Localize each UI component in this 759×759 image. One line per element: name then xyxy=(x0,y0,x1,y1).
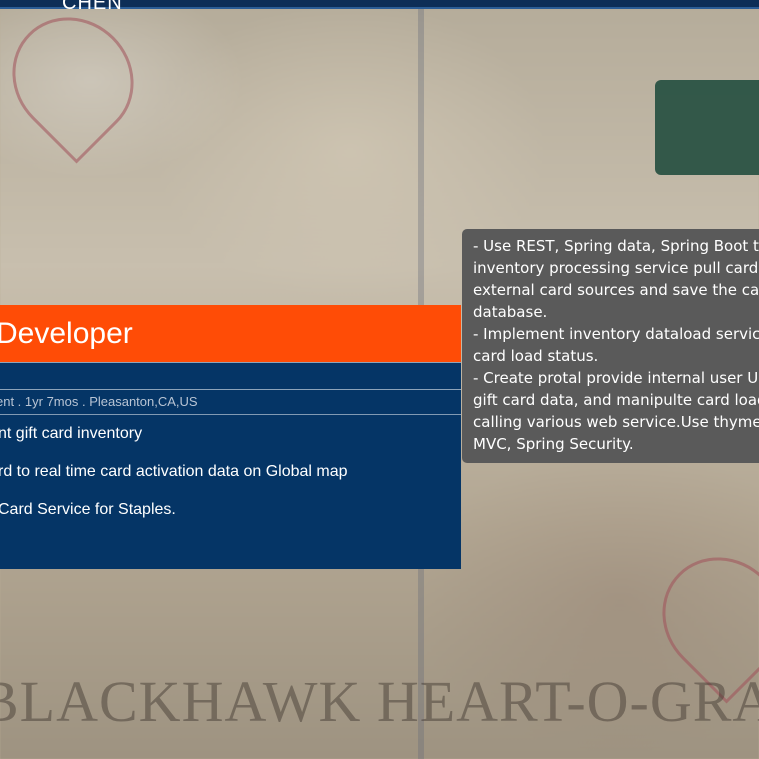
detail-tooltip: - Use REST, Spring data, Spring Boot to … xyxy=(462,229,759,463)
tooltip-line: card load status. xyxy=(473,347,599,365)
job-title-bar: Developer xyxy=(0,305,461,362)
brand-name[interactable]: CHEN xyxy=(62,0,123,15)
job-highlights: nt gift card inventory rd to real time c… xyxy=(0,415,461,529)
tooltip-line: database. xyxy=(473,303,548,321)
list-item[interactable]: rd to real time card activation data on … xyxy=(0,453,461,491)
job-title: Developer xyxy=(0,317,133,350)
tooltip-line: - Implement inventory dataload service xyxy=(473,325,759,343)
list-item[interactable]: nt gift card inventory xyxy=(0,415,461,453)
tooltip-line: gift card data, and manipulte card load xyxy=(473,391,759,409)
tooltip-line: - Create protal provide internal user UI xyxy=(473,369,759,387)
experience-card: Developer ent . 1yr 7mos . Pleasanton,CA… xyxy=(0,305,461,569)
tooltip-line: calling various web service.Use thymel xyxy=(473,413,759,431)
tooltip-line: external card sources and save the car xyxy=(473,281,759,299)
company-row xyxy=(0,362,461,390)
stamp-decoration xyxy=(655,80,759,175)
tooltip-line: MVC, Spring Security. xyxy=(473,435,634,453)
tooltip-line: inventory processing service pull card f xyxy=(473,259,759,277)
job-meta: ent . 1yr 7mos . Pleasanton,CA,US xyxy=(0,390,461,415)
tooltip-line: - Use REST, Spring data, Spring Boot to xyxy=(473,237,759,255)
postcard-text: BLACKHAWK HEART-O-GRAM xyxy=(0,669,759,734)
job-meta-text: ent . 1yr 7mos . Pleasanton,CA,US xyxy=(0,394,198,409)
list-item[interactable]: Card Service for Staples. xyxy=(0,491,461,529)
